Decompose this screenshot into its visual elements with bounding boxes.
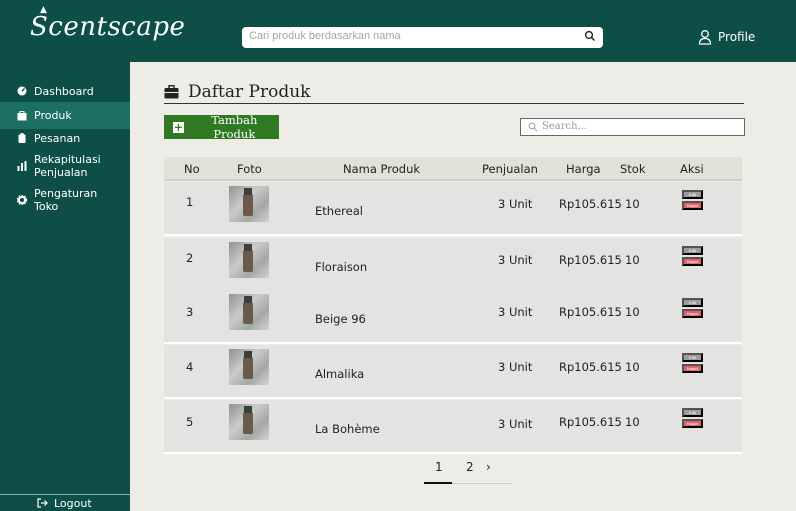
delete-button[interactable]: Hapus: [682, 364, 703, 373]
product-name: Floraison: [315, 260, 368, 274]
bar-chart-icon: [17, 161, 27, 171]
product-photo[interactable]: [229, 404, 269, 440]
product-price: Rp105.615: [559, 253, 622, 267]
global-search-input[interactable]: Cari produk berdasarkan nama: [242, 27, 603, 48]
product-search-input[interactable]: Search...: [520, 118, 745, 136]
product-name: Ethereal: [315, 204, 363, 218]
delete-button[interactable]: Hapus: [682, 309, 703, 318]
product-name: Almalika: [315, 367, 365, 381]
logout-icon: [37, 498, 48, 508]
profile-label: Profile: [718, 30, 756, 44]
product-price: Rp105.615: [559, 360, 622, 374]
box-icon: [17, 110, 27, 120]
sidebar-item-dashboard[interactable]: Dashboard: [0, 83, 130, 99]
product-photo[interactable]: [229, 242, 269, 278]
sidebar-item-rekapitulasi[interactable]: Rekapitulasi Penjualan: [0, 152, 130, 180]
edit-button[interactable]: Edit: [682, 190, 703, 199]
product-stock: 10: [625, 305, 640, 319]
clipboard-icon: [18, 133, 26, 143]
top-bar: ▲ Scentscape Cari produk berdasarkan nam…: [0, 0, 796, 62]
next-page-button[interactable]: ›: [486, 460, 491, 474]
product-name: La Bohème: [315, 422, 380, 436]
product-stock: 10: [625, 360, 640, 374]
product-sales: 3 Unit: [498, 417, 533, 431]
table-row: 4 Almalika 3 Unit Rp105.615 10 Edit Hapu…: [164, 345, 742, 399]
delete-button[interactable]: Hapus: [682, 201, 703, 210]
page-button-2[interactable]: 2: [466, 460, 474, 474]
column-header-foto: Foto: [237, 162, 262, 176]
sidebar-item-label: Pesanan: [34, 131, 81, 145]
product-stock: 10: [625, 415, 640, 429]
table-row: 3 Beige 96 3 Unit Rp105.615 10 Edit Hapu…: [164, 290, 742, 344]
page-button-1[interactable]: 1: [435, 460, 443, 474]
edit-button[interactable]: Edit: [682, 246, 703, 255]
product-photo[interactable]: [229, 349, 269, 385]
profile-button[interactable]: Profile: [698, 27, 755, 47]
app-logo[interactable]: Scentscape: [30, 12, 185, 42]
add-product-label: Tambah Produk: [211, 113, 258, 141]
row-number: 4: [186, 360, 194, 374]
product-price: Rp105.615: [559, 415, 622, 429]
logout-label: Logout: [54, 496, 92, 510]
edit-button[interactable]: Edit: [682, 353, 703, 362]
product-price: Rp105.615: [559, 305, 622, 319]
product-stock: 10: [625, 197, 640, 211]
search-icon[interactable]: [584, 30, 596, 42]
product-name: Beige 96: [315, 312, 366, 326]
sidebar-item-produk[interactable]: Produk: [0, 102, 130, 129]
table-row: 2 Floraison 3 Unit Rp105.615 10 Edit Hap…: [164, 238, 742, 292]
edit-button[interactable]: Edit: [682, 408, 703, 417]
pagination-active-indicator: [424, 482, 452, 484]
row-number: 1: [186, 195, 194, 209]
page-title-text: Daftar Produk: [188, 82, 311, 102]
table-header: No Foto Nama Produk Penjualan Harga Stok…: [164, 157, 742, 181]
table-row: 1 Ethereal 3 Unit Rp105.615 10 Edit Hapu…: [164, 182, 742, 236]
sidebar-item-label: Rekapitulasi Penjualan: [34, 153, 101, 179]
dashboard-icon: [17, 86, 27, 96]
column-header-aksi: Aksi: [680, 162, 704, 176]
edit-button[interactable]: Edit: [682, 298, 703, 307]
table-row: 5 La Bohème 3 Unit Rp105.615 10 Edit Hap…: [164, 400, 742, 454]
product-sales: 3 Unit: [498, 360, 533, 374]
delete-button[interactable]: Hapus: [682, 419, 703, 428]
delete-button[interactable]: Hapus: [682, 257, 703, 266]
product-price: Rp105.615: [559, 197, 622, 211]
column-header-harga: Harga: [566, 162, 601, 176]
plus-icon: +: [173, 120, 184, 134]
user-icon: [698, 30, 712, 45]
sidebar-item-pesanan[interactable]: Pesanan: [0, 130, 130, 146]
product-photo[interactable]: [229, 294, 269, 330]
row-number: 2: [186, 251, 194, 265]
product-search-placeholder: Search...: [542, 121, 588, 132]
column-header-nama: Nama Produk: [343, 162, 421, 176]
sidebar-item-label: Produk: [34, 109, 72, 122]
logout-button[interactable]: Logout: [0, 494, 130, 511]
sidebar-item-label: Dashboard: [34, 84, 94, 98]
search-icon: [528, 122, 538, 132]
product-stock: 10: [625, 253, 640, 267]
briefcase-icon: [164, 85, 179, 99]
row-number: 3: [186, 305, 194, 319]
column-header-penjualan: Penjualan: [482, 162, 538, 176]
sidebar-item-pengaturan[interactable]: Pengaturan Toko: [0, 186, 130, 214]
product-sales: 3 Unit: [498, 197, 533, 211]
title-divider: [164, 103, 744, 104]
product-sales: 3 Unit: [498, 253, 533, 267]
column-header-stok: Stok: [620, 162, 646, 176]
product-photo[interactable]: [229, 186, 269, 222]
global-search-placeholder: Cari produk berdasarkan nama: [249, 30, 401, 42]
gear-icon: [17, 195, 27, 205]
add-product-button[interactable]: + Tambah Produk: [164, 113, 279, 141]
product-sales: 3 Unit: [498, 305, 533, 319]
sidebar-item-label: Pengaturan Toko: [34, 187, 98, 213]
column-header-no: No: [184, 162, 200, 176]
row-number: 5: [186, 415, 194, 429]
page-title: Daftar Produk: [164, 82, 311, 102]
